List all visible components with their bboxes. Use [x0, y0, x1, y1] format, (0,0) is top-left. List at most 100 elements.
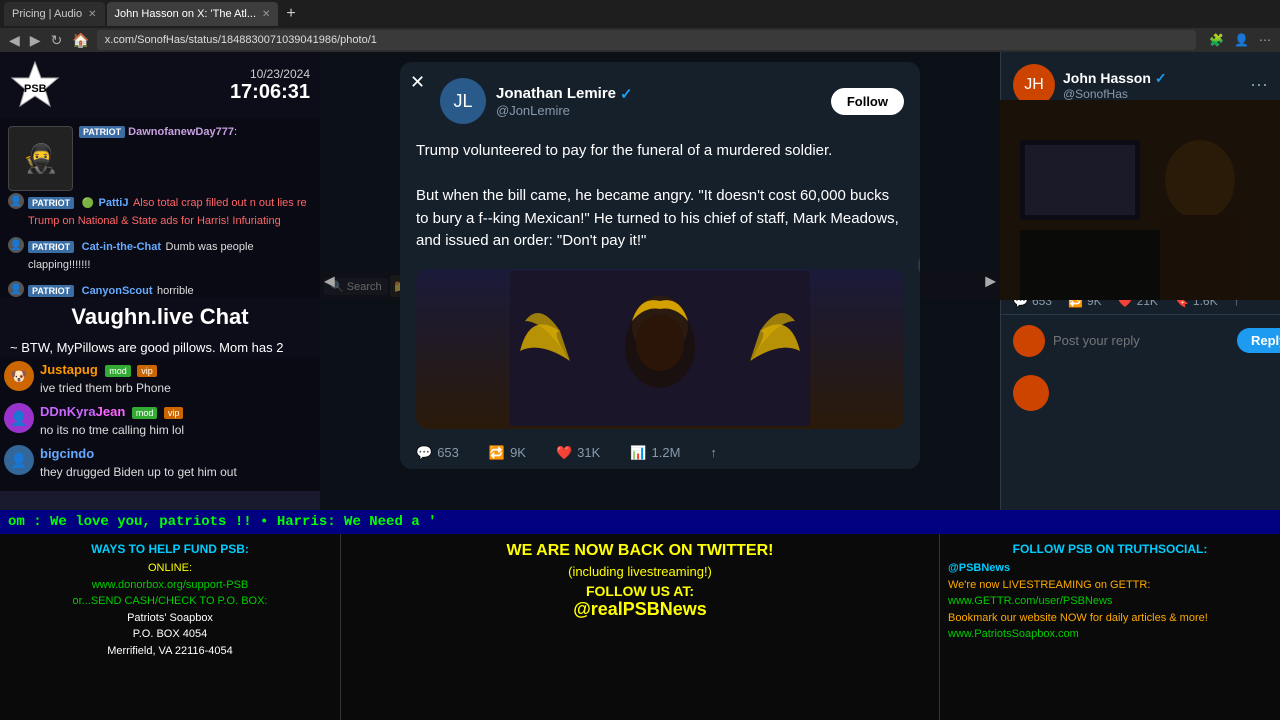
new-tab-btn[interactable]: +: [280, 5, 301, 23]
fund-po-box: P.O. BOX 4054: [8, 626, 332, 643]
ticker-bar: om : We love you, patriots !! • Harris: …: [0, 510, 1280, 534]
fund-address-name: Patriots' Soapbox: [8, 610, 332, 627]
reply-btn[interactable]: Reply: [1237, 328, 1280, 353]
comment-count: 653: [437, 445, 459, 460]
tweet-name-text: Jonathan Lemire: [496, 85, 616, 102]
rs-verified-icon: ✓: [1155, 70, 1167, 87]
tweet-comments-btn[interactable]: 💬 653: [416, 445, 459, 461]
username-canyon: CanyonScout: [82, 285, 153, 297]
left-sidebar: PSB 10/23/2024 17:06:31 🥷 PATRIOT Dawnof…: [0, 52, 320, 510]
username-ddnkyra: DDnKyraJean: [40, 404, 129, 419]
chat-row-ddnkyra: 👤 DDnKyraJean mod vip no its no tme call…: [4, 403, 316, 437]
follow-btn[interactable]: Follow: [831, 88, 904, 115]
username-ddn-prefix: DDnKyra: [40, 404, 96, 419]
tweet-content: Trump volunteered to pay for the funeral…: [400, 132, 920, 261]
avatar-bigcindo: 👤: [4, 445, 34, 475]
browser-chrome: Pricing | Audio ✕ John Hasson on X: 'The…: [0, 0, 1280, 52]
rs-lower-content: [1001, 367, 1280, 419]
chat-content-ddnkyra: DDnKyraJean mod vip no its no tme callin…: [40, 403, 184, 437]
settings-btn[interactable]: ⋯: [1256, 33, 1274, 47]
tweet-views-btn[interactable]: 📊 1.2M: [630, 445, 680, 461]
fund-psb-title: WAYS TO HELP FUND PSB:: [8, 542, 332, 556]
upper-chat-area: 🥷 PATRIOT DawnofanewDay777 : 👤 PATRIOT 🟢…: [0, 118, 320, 298]
username-ddn-suffix: Jean: [96, 404, 126, 419]
collapse-left-arrow[interactable]: ◀: [324, 273, 335, 290]
tab-close-john-hasson[interactable]: ✕: [262, 9, 270, 20]
tweet-retweet-btn[interactable]: 🔁 9K: [489, 445, 526, 461]
chat-row-bigcindo: 👤 bigcindo they drugged Biden up to get …: [4, 445, 316, 479]
tab-john-hasson-label: John Hasson on X: 'The Atl...: [115, 8, 257, 20]
avatar-justapug: 🐶: [4, 361, 34, 391]
tweet-author-info: Jonathan Lemire ✓ @JonLemire: [496, 85, 633, 118]
bottom-panels: WAYS TO HELP FUND PSB: ONLINE: www.donor…: [0, 534, 1280, 720]
browser-actions: 🧩 👤 ⋯: [1206, 33, 1274, 47]
rs-content-avatar: [1013, 375, 1049, 411]
browser-nav: ◀ ▶ ↻ 🏠 x.com/SonofHas/status/1848830071…: [0, 28, 1280, 52]
views-icon: 📊: [630, 445, 646, 461]
psb-header: PSB 10/23/2024 17:06:31: [0, 52, 320, 118]
gettr-line: We're now LIVESTREAMING on GETTR:: [948, 577, 1272, 594]
tweet-actions: 💬 653 🔁 9K ❤️ 31K 📊 1.2M: [400, 437, 920, 469]
datetime-display: 10/23/2024 17:06:31: [230, 67, 310, 104]
tweet-author-name: Jonathan Lemire ✓: [496, 85, 633, 103]
extensions-btn[interactable]: 🧩: [1206, 33, 1227, 47]
avatar-ddnkyra: 👤: [4, 403, 34, 433]
tab-john-hasson[interactable]: John Hasson on X: 'The Atl... ✕: [107, 2, 279, 26]
forward-btn[interactable]: ▶: [27, 32, 44, 49]
tweet-share-btn[interactable]: ↑: [710, 445, 717, 461]
back-on-twitter-title: WE ARE NOW BACK ON TWITTER!: [349, 542, 931, 560]
gettr-url: www.GETTR.com/user/PSBNews: [948, 593, 1272, 610]
bottom-panel-left: WAYS TO HELP FUND PSB: ONLINE: www.donor…: [0, 534, 340, 720]
username-bigcindo: bigcindo: [40, 446, 94, 461]
username-justapug: Justapug: [40, 362, 98, 377]
tweet-para2: But when the bill came, he became angry.…: [416, 185, 904, 253]
retweet-count: 9K: [510, 445, 526, 460]
psb-star-logo: PSB: [10, 60, 60, 110]
tweet-modal: ✕ JL Jonathan Lemire ✓ @JonLemire Follow: [400, 62, 920, 469]
expand-right-arrow[interactable]: ▶: [985, 273, 996, 290]
vaughn-chat-subtitle: ~ BTW, MyPillows are good pillows. Mom h…: [0, 336, 320, 357]
chat-row-cat1: 👤 PATRIOT Cat-in-the-Chat Dumb was peopl…: [4, 235, 316, 275]
like-icon: ❤️: [556, 445, 572, 461]
browser-tabs: Pricing | Audio ✕ John Hasson on X: 'The…: [0, 0, 1280, 28]
share-icon: ↑: [710, 445, 717, 460]
vip-badge-ddnkyra: vip: [164, 407, 184, 419]
patriot-badge-canyon: PATRIOT: [28, 285, 74, 297]
mod-badge-justapug: mod: [105, 365, 131, 377]
website-bookmark-line: Bookmark our website NOW for daily artic…: [948, 610, 1272, 627]
lower-chat-area: 🐶 Justapug mod vip ive tried them brb Ph…: [0, 357, 320, 491]
rs-reply-input[interactable]: [1053, 333, 1229, 348]
tweet-header: JL Jonathan Lemire ✓ @JonLemire Follow: [400, 62, 920, 132]
refresh-btn[interactable]: ↻: [48, 32, 66, 49]
profile-btn[interactable]: 👤: [1231, 33, 1252, 47]
svg-text:PSB: PSB: [24, 83, 47, 95]
close-modal-btn[interactable]: ✕: [410, 72, 425, 93]
mod-badge-ddnkyra: mod: [132, 407, 158, 419]
chat-row-dawn: PATRIOT DawnofanewDay777 :: [79, 126, 312, 138]
follow-at-label: FOLLOW US AT:: [349, 583, 931, 599]
tab-pricing-label: Pricing | Audio: [12, 8, 82, 20]
rs-name-text: John Hasson: [1063, 70, 1151, 86]
ninja-avatar: 🥷: [8, 126, 73, 191]
home-btn[interactable]: 🏠: [69, 32, 92, 49]
fund-url: www.donorbox.org/support-PSB: [8, 577, 332, 594]
chat-row-pattij: 👤 PATRIOT 🟢 PattiJ Also total crap fille…: [4, 191, 316, 231]
username-cat1: Cat-in-the-Chat: [82, 241, 161, 253]
like-count: 31K: [577, 445, 600, 460]
back-btn[interactable]: ◀: [6, 32, 23, 49]
tab-pricing[interactable]: Pricing | Audio ✕: [4, 2, 105, 26]
address-bar[interactable]: x.com/SonofHas/status/184883007103904198…: [97, 30, 1196, 50]
chat-msg-bigcindo: they drugged Biden up to get him out: [40, 465, 237, 479]
bottom-panel-right: FOLLOW PSB ON TRUTHSOCIAL: @PSBNews We'r…: [940, 534, 1280, 720]
rs-reply-area: Reply: [1001, 315, 1280, 367]
tab-close-pricing[interactable]: ✕: [88, 9, 96, 20]
chat-row-canyon: 👤 PATRIOT CanyonScout horrible: [4, 279, 316, 298]
fund-or-label: or...SEND CASH/CHECK TO P.O. BOX:: [8, 593, 332, 610]
time-display: 17:06:31: [230, 81, 310, 104]
stream-person: [1000, 100, 1280, 300]
twitter-area: ◀ ✕ JL Jonathan Lemire ✓ @JonLemire Fo: [320, 52, 1000, 510]
psb-logo: PSB: [10, 60, 60, 110]
tweet-modal-overlay: ✕ JL Jonathan Lemire ✓ @JonLemire Follow: [320, 52, 1000, 510]
rs-more-btn[interactable]: ⋯: [1250, 75, 1268, 96]
tweet-like-btn[interactable]: ❤️ 31K: [556, 445, 600, 461]
